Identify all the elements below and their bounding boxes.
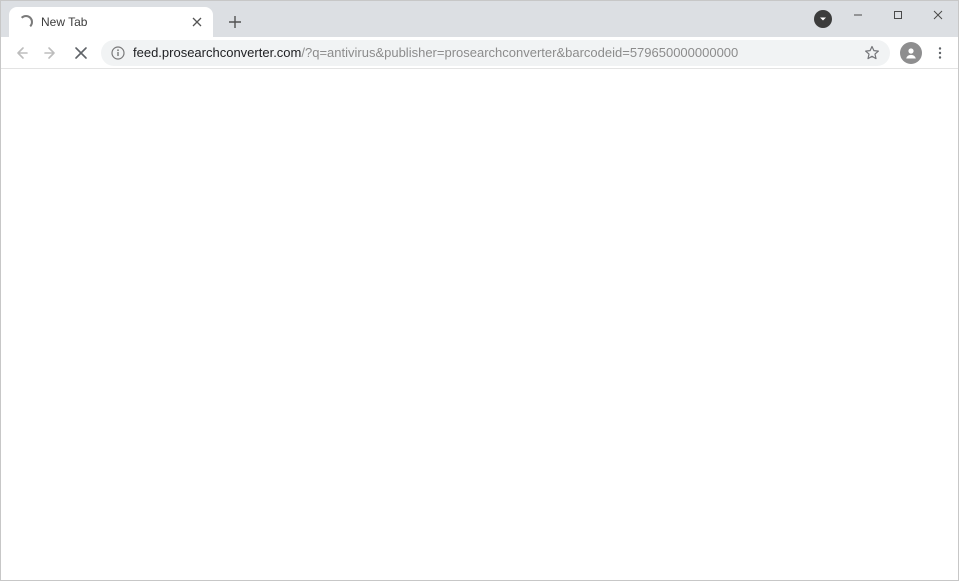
kebab-icon (933, 46, 947, 60)
bookmark-button[interactable] (864, 45, 880, 61)
profile-button[interactable] (900, 42, 922, 64)
url-path: /?q=antivirus&publisher=prosearchconvert… (301, 45, 738, 60)
menu-button[interactable] (928, 39, 952, 67)
close-icon (192, 17, 202, 27)
browser-tab[interactable]: New Tab (9, 7, 213, 37)
address-bar[interactable]: feed.prosearchconverter.com/?q=antivirus… (101, 40, 890, 66)
info-icon (111, 46, 125, 60)
stop-button[interactable] (67, 39, 95, 67)
star-icon (864, 45, 880, 61)
site-info-button[interactable] (111, 46, 125, 60)
maximize-button[interactable] (878, 1, 918, 29)
maximize-icon (893, 10, 903, 20)
close-icon (933, 10, 943, 20)
user-icon (904, 46, 918, 60)
back-button[interactable] (7, 39, 35, 67)
extension-badge[interactable] (814, 10, 832, 28)
loading-spinner-icon (19, 15, 33, 29)
tab-title: New Tab (41, 15, 189, 29)
close-tab-button[interactable] (189, 14, 205, 30)
toolbar: feed.prosearchconverter.com/?q=antivirus… (1, 37, 958, 69)
minimize-icon (853, 10, 863, 20)
arrow-left-icon (13, 45, 29, 61)
url-host: feed.prosearchconverter.com (133, 45, 301, 60)
url-text: feed.prosearchconverter.com/?q=antivirus… (133, 45, 856, 60)
page-content (1, 69, 958, 580)
titlebar: New Tab (1, 1, 958, 37)
plus-icon (228, 15, 242, 29)
window-controls (838, 1, 958, 29)
new-tab-button[interactable] (221, 8, 249, 36)
forward-button[interactable] (37, 39, 65, 67)
window-close-button[interactable] (918, 1, 958, 29)
minimize-button[interactable] (838, 1, 878, 29)
close-icon (73, 45, 89, 61)
arrow-right-icon (43, 45, 59, 61)
caret-down-icon (818, 14, 828, 24)
